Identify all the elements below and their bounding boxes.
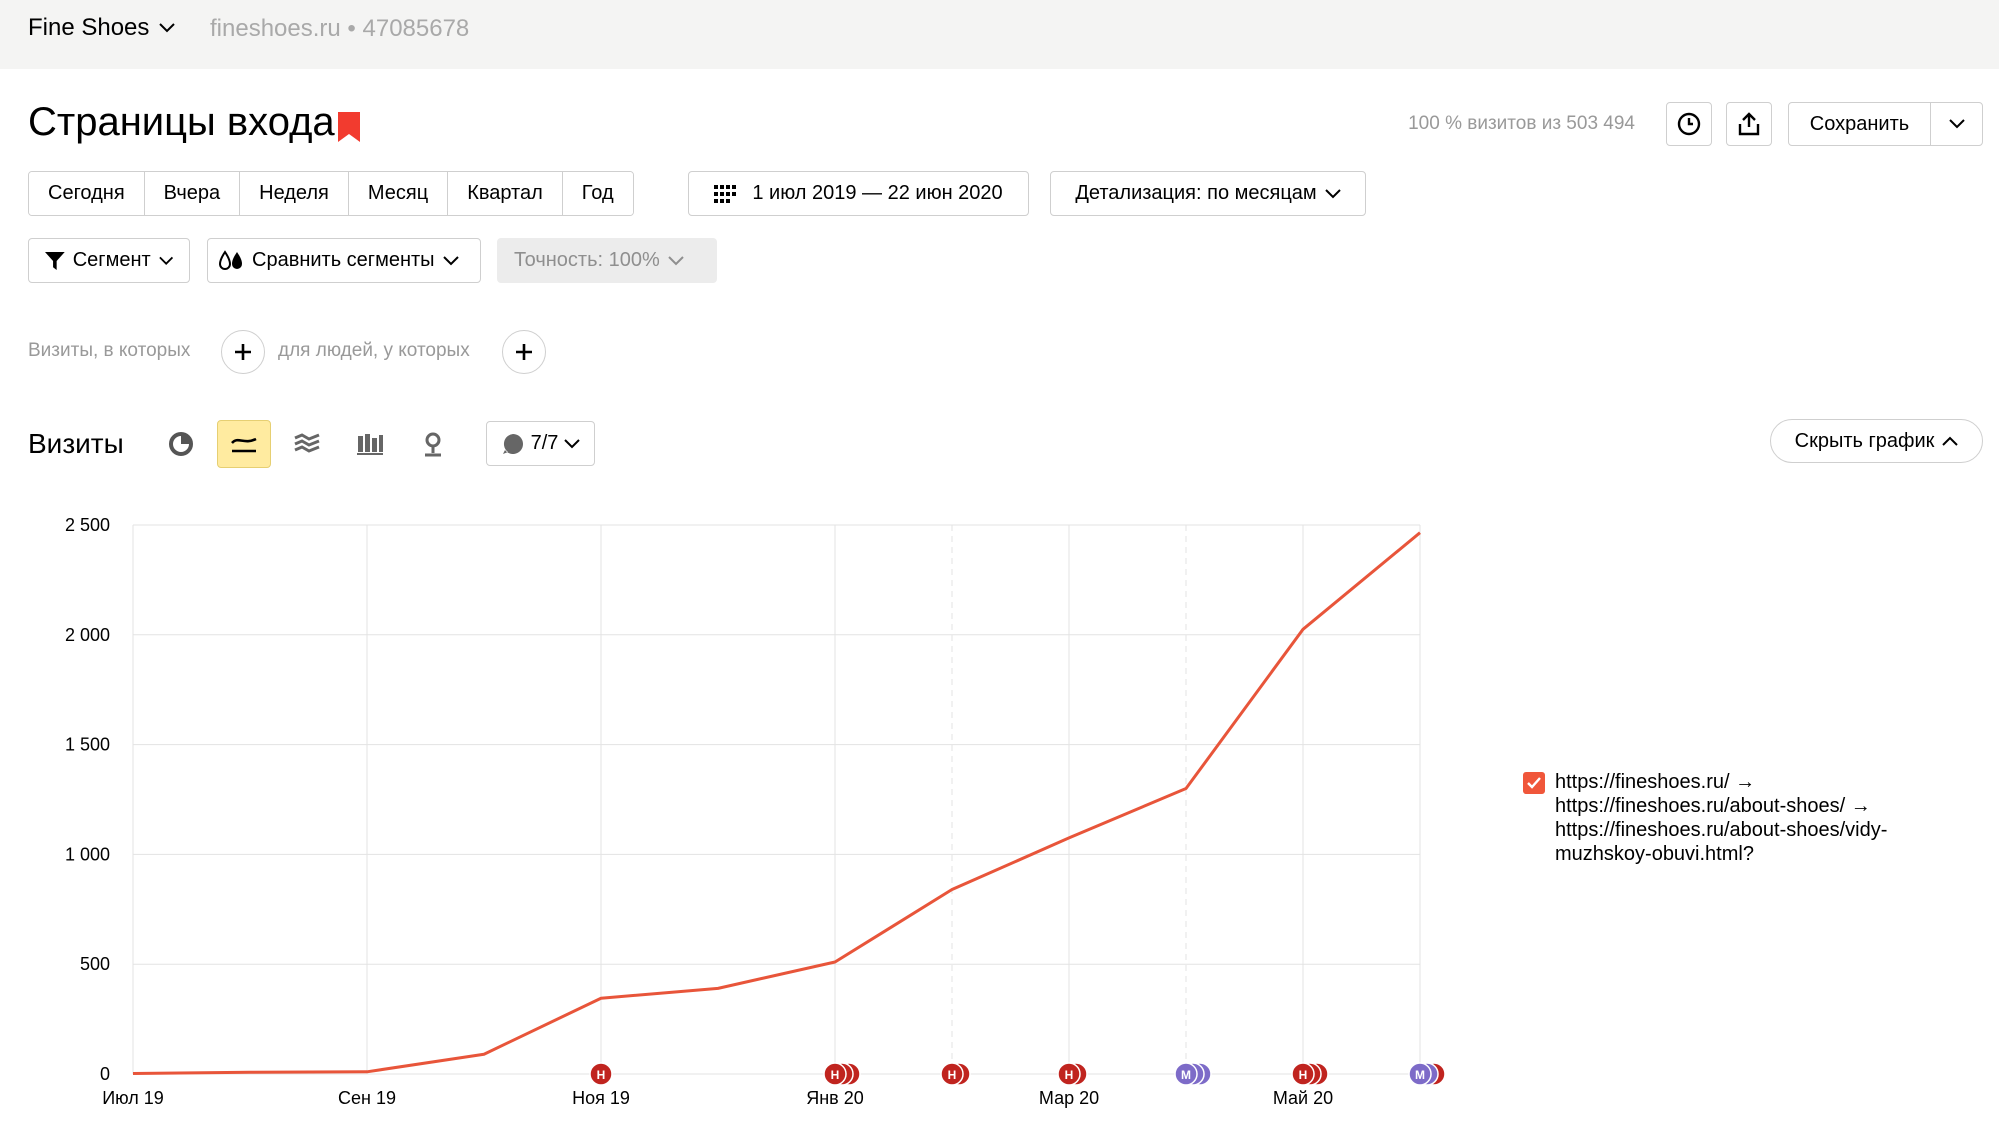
hide-chart-label: Скрыть график	[1794, 429, 1935, 452]
add-visit-condition-button[interactable]	[221, 330, 265, 374]
x-tick-label: Янв 20	[806, 1088, 864, 1108]
chevron-down-icon	[159, 23, 176, 33]
stacked-area-icon	[294, 433, 320, 453]
page-title: Страницы входа	[28, 100, 335, 144]
accuracy-label: Точность: 100%	[514, 249, 660, 271]
chart-type-map[interactable]	[406, 420, 460, 468]
annotation-marker-label: Н	[1065, 1068, 1074, 1082]
x-tick-label: Мар 20	[1039, 1088, 1099, 1108]
counter-name: Fine Shoes	[28, 14, 150, 41]
chevron-down-icon	[158, 256, 173, 265]
compare-segments-label: Сравнить сегменты	[252, 249, 435, 271]
history-button[interactable]	[1666, 102, 1712, 146]
x-tick-label: Сен 19	[338, 1088, 396, 1108]
visits-filter-label: Визиты, в которых	[28, 340, 191, 361]
period-year[interactable]: Год	[562, 172, 633, 215]
annotation-marker-label: Н	[1299, 1068, 1308, 1082]
counter-selector[interactable]: Fine Shoes	[28, 14, 176, 42]
people-filter-label: для людей, у которых	[278, 340, 470, 361]
detail-label: Детализация: по месяцам	[1075, 182, 1317, 204]
y-tick-label: 2 000	[65, 625, 110, 645]
legend-series-label: https://fineshoes.ru/ → https://fineshoe…	[1555, 771, 1888, 865]
y-tick-label: 1 000	[65, 844, 110, 864]
chart-type-pie[interactable]	[154, 420, 208, 468]
period-yesterday[interactable]: Вчера	[144, 172, 241, 215]
counter-site: fineshoes.ru	[210, 15, 341, 42]
visits-info: 100 % визитов из 503 494	[1408, 113, 1635, 134]
y-tick-label: 500	[80, 954, 110, 974]
bookmark-icon[interactable]	[338, 112, 360, 142]
chart-type-bars[interactable]	[343, 420, 397, 468]
pie-chart-icon	[169, 432, 193, 456]
chart-type-area[interactable]	[280, 420, 334, 468]
x-tick-label: Июл 19	[102, 1088, 164, 1108]
bar-chart-icon	[357, 434, 383, 455]
period-today[interactable]: Сегодня	[29, 172, 145, 215]
date-range-label: 1 июл 2019 — 22 июн 2020	[752, 182, 1003, 204]
add-people-condition-button[interactable]	[502, 330, 546, 374]
date-range-button[interactable]: 1 июл 2019 — 22 июн 2020	[688, 171, 1029, 216]
clock-icon	[1677, 112, 1701, 136]
check-icon	[1527, 777, 1541, 789]
x-tick-label: Ноя 19	[572, 1088, 630, 1108]
chevron-down-icon	[564, 438, 581, 448]
chevron-down-icon	[1324, 188, 1341, 198]
annotation-marker-label: Н	[597, 1068, 606, 1082]
line-chart-icon	[231, 437, 257, 453]
x-tick-label: Май 20	[1273, 1088, 1333, 1108]
y-tick-label: 2 500	[65, 515, 110, 535]
meta-separator: •	[347, 15, 356, 42]
chevron-down-icon	[1948, 119, 1965, 129]
save-button-group: Сохранить	[1788, 102, 1983, 146]
period-week[interactable]: Неделя	[240, 172, 349, 215]
chart-type-line[interactable]	[217, 420, 271, 468]
counter-id: 47085678	[362, 15, 470, 42]
chevron-up-icon	[1942, 436, 1959, 446]
y-tick-label: 0	[100, 1064, 110, 1084]
series-line	[132, 531, 1421, 1076]
legend-checkbox[interactable]	[1523, 772, 1545, 794]
funnel-icon	[45, 251, 65, 270]
annotation-marker-label: М	[1415, 1068, 1425, 1082]
chevron-down-icon	[442, 255, 459, 265]
top-bar: Fine Shoes fineshoes.ru • 47085678	[0, 0, 1999, 69]
plus-icon	[235, 344, 251, 360]
plus-icon	[516, 344, 532, 360]
comment-icon	[502, 433, 523, 454]
hide-chart-button[interactable]: Скрыть график	[1770, 419, 1983, 463]
chevron-down-icon	[668, 255, 684, 265]
y-tick-label: 1 500	[65, 735, 110, 755]
chart-section-title: Визиты	[28, 428, 124, 459]
save-button[interactable]: Сохранить	[1789, 103, 1930, 145]
notes-count: 7/7	[530, 432, 559, 454]
segment-dropdown[interactable]: Сегмент	[28, 238, 190, 283]
period-quarter[interactable]: Квартал	[448, 172, 563, 215]
compare-segments-dropdown[interactable]: Сравнить сегменты	[207, 238, 481, 283]
segment-label: Сегмент	[72, 249, 151, 271]
map-pin-icon	[425, 432, 441, 457]
compare-drops-icon	[218, 249, 242, 270]
period-month[interactable]: Месяц	[348, 172, 449, 215]
counter-meta: fineshoes.ru • 47085678	[210, 15, 469, 43]
accuracy-dropdown[interactable]: Точность: 100%	[497, 238, 717, 283]
calendar-icon	[714, 184, 737, 203]
annotation-marker-label: Н	[831, 1068, 840, 1082]
annotation-marker-label: М	[1181, 1068, 1191, 1082]
save-options-button[interactable]	[1930, 103, 1982, 145]
share-icon	[1738, 112, 1760, 136]
annotation-marker-label: Н	[948, 1068, 957, 1082]
chart-legend: https://fineshoes.ru/ → https://fineshoe…	[1523, 770, 1943, 866]
detail-dropdown[interactable]: Детализация: по месяцам	[1050, 171, 1366, 216]
period-selector: Сегодня Вчера Неделя Месяц Квартал Год	[28, 171, 634, 216]
export-button[interactable]	[1726, 102, 1772, 146]
notes-dropdown[interactable]: 7/7	[486, 421, 595, 466]
